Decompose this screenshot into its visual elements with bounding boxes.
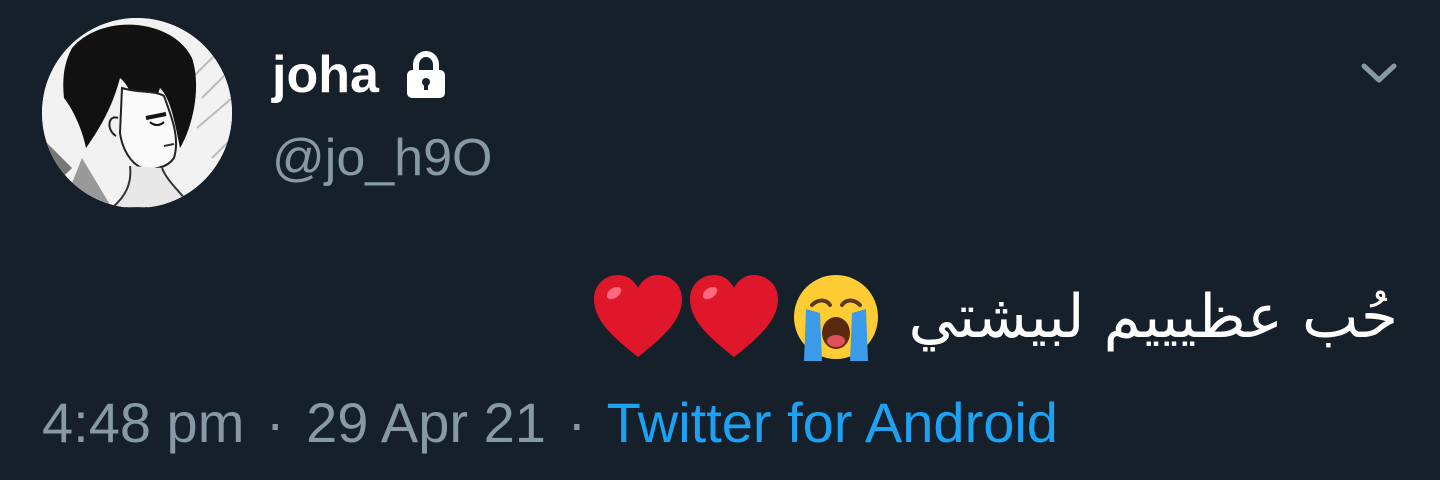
tweet-meta: 4:48 pm · 29 Apr 21 · Twitter for Androi… <box>42 392 1058 454</box>
red-heart-icon <box>686 269 782 365</box>
user-handle[interactable]: @jo_h9O <box>272 132 492 184</box>
red-heart-icon <box>590 269 686 365</box>
tweet-card: joha @jo_h9O حُب عظيييم لبيشتي 4:48 pm ·… <box>0 0 1440 480</box>
manga-avatar-icon <box>42 18 232 208</box>
display-name[interactable]: joha <box>272 49 379 101</box>
crying-face-icon <box>788 269 884 365</box>
tweet-text: حُب عظيييم لبيشتي <box>908 282 1398 352</box>
tweet-source-link[interactable]: Twitter for Android <box>607 391 1058 454</box>
emoji-group <box>590 269 898 365</box>
tweet-date[interactable]: 29 Apr 21 <box>306 391 546 454</box>
meta-separator: · <box>265 391 285 454</box>
avatar[interactable] <box>42 18 232 208</box>
chevron-down-icon[interactable] <box>1356 52 1402 92</box>
meta-separator: · <box>567 391 587 454</box>
display-name-row: joha <box>272 44 453 106</box>
tweet-time[interactable]: 4:48 pm <box>42 391 244 454</box>
lock-icon <box>399 48 453 102</box>
tweet-body: حُب عظيييم لبيشتي <box>590 262 1398 372</box>
